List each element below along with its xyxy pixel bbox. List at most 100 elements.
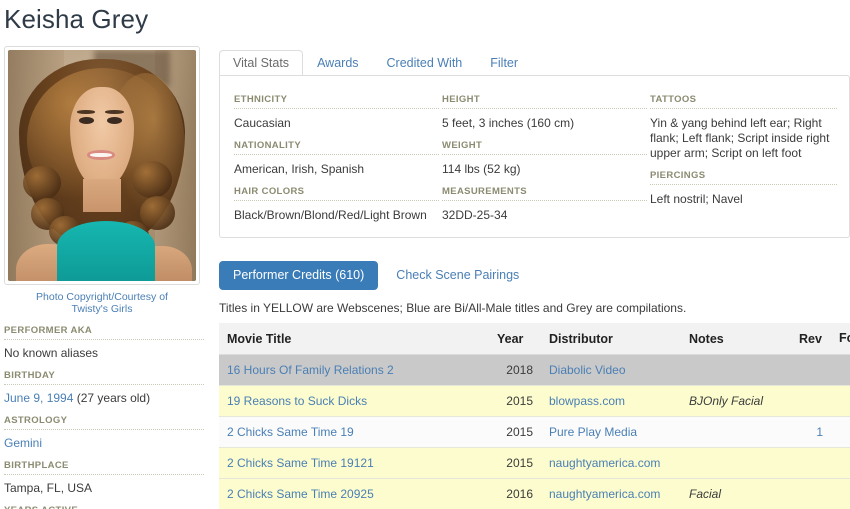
tab-credited-with[interactable]: Credited With [373, 50, 477, 77]
vital-value-weight: 114 lbs (52 kg) [442, 162, 521, 176]
table-row[interactable]: 19 Reasons to Suck Dicks 2015 blowpass.c… [219, 385, 850, 417]
credits-table-header-row: Movie Title Year Distributor Notes Rev F… [219, 323, 850, 355]
vital-stats-column-2: HEIGHT 5 feet, 3 inches (160 cm) WEIGHT … [442, 94, 647, 223]
astrology-link[interactable]: Gemini [4, 436, 42, 450]
credits-table-body: 16 Hours Of Family Relations 2 2018 Diab… [219, 354, 850, 509]
vital-label-ethnicity: ETHNICITY [234, 94, 439, 109]
cell-year: 2016 [489, 478, 541, 509]
sidebar-label-astrology: ASTROLOGY [4, 415, 204, 430]
vital-item-measurements: MEASUREMENTS 32DD-25-34 [442, 186, 647, 223]
vital-label-nationality: NATIONALITY [234, 140, 439, 155]
table-row[interactable]: 16 Hours Of Family Relations 2 2018 Diab… [219, 354, 850, 386]
sidebar-block-performer-aka: PERFORMER AKA No known aliases [4, 325, 204, 361]
vital-value-piercings: Left nostril; Navel [650, 192, 743, 206]
distributor-link[interactable]: Diabolic Video [549, 363, 626, 377]
cell-formats[interactable]: O [831, 385, 850, 417]
vital-value-measurements: 32DD-25-34 [442, 208, 508, 222]
performer-profile-page: Keisha Grey Photo Copyright/Courtesy of … [0, 0, 850, 509]
sidebar-label-performer-aka: PERFORMER AKA [4, 325, 204, 340]
credits-tabbar: Performer Credits (610) Check Scene Pairi… [219, 261, 531, 290]
column-header-formats-label: Formats [839, 331, 850, 345]
tab-filter[interactable]: Filter [476, 50, 532, 77]
check-scene-pairings-link[interactable]: Check Scene Pairings [384, 261, 531, 290]
birthday-age: (27 years old) [73, 391, 151, 405]
sidebar-value-performer-aka: No known aliases [4, 346, 99, 360]
sidebar-block-years-active: YEARS ACTIVE 2013-2020 (Started around 1… [4, 505, 204, 509]
sidebar-label-birthday: BIRTHDAY [4, 370, 204, 385]
distributor-link[interactable]: blowpass.com [549, 394, 625, 408]
sidebar-value-birthday: June 9, 1994 (27 years old) [4, 385, 204, 406]
performer-photo-frame [4, 46, 200, 285]
column-header-formats[interactable]: Formats? [831, 323, 850, 355]
cell-notes [681, 416, 791, 448]
cell-rev[interactable] [791, 447, 831, 479]
column-header-distributor[interactable]: Distributor [541, 323, 681, 355]
sidebar-label-birthplace: BIRTHPLACE [4, 460, 204, 475]
cell-rev[interactable]: 1 [791, 416, 831, 448]
sidebar-block-birthday: BIRTHDAY June 9, 1994 (27 years old) [4, 370, 204, 406]
cell-distributor[interactable]: blowpass.com [541, 385, 681, 417]
vital-item-ethnicity: ETHNICITY Caucasian [234, 94, 439, 131]
distributor-link[interactable]: naughtyamerica.com [549, 456, 660, 470]
sidebar-block-birthplace: BIRTHPLACE Tampa, FL, USA [4, 460, 204, 496]
movie-title-link[interactable]: 2 Chicks Same Time 20925 [227, 487, 374, 501]
vital-label-hair-colors: HAIR COLORS [234, 186, 439, 201]
cell-formats[interactable]: D [831, 354, 850, 386]
table-row[interactable]: 2 Chicks Same Time 19 2015 Pure Play Med… [219, 416, 850, 448]
vital-item-hair-colors: HAIR COLORS Black/Brown/Blond/Red/Light … [234, 186, 439, 223]
cell-movie-title[interactable]: 16 Hours Of Family Relations 2 [219, 354, 489, 386]
cell-distributor[interactable]: naughtyamerica.com [541, 447, 681, 479]
cell-rev[interactable] [791, 354, 831, 386]
tab-vital-stats[interactable]: Vital Stats [219, 50, 304, 78]
photo-credit-line-1: Photo Copyright/Courtesy of [36, 291, 168, 303]
sidebar-value-birthplace: Tampa, FL, USA [4, 481, 93, 495]
cell-notes: BJOnly Facial [681, 385, 791, 417]
vital-value-nationality: American, Irish, Spanish [234, 162, 365, 176]
cell-movie-title[interactable]: 2 Chicks Same Time 20925 [219, 478, 489, 509]
tab-awards[interactable]: Awards [303, 50, 372, 77]
movie-title-link[interactable]: 19 Reasons to Suck Dicks [227, 394, 367, 408]
cell-movie-title[interactable]: 19 Reasons to Suck Dicks [219, 385, 489, 417]
sidebar-label-years-active: YEARS ACTIVE [4, 505, 204, 509]
notes-text: BJOnly Facial [689, 394, 764, 408]
column-header-rev[interactable]: Rev [791, 323, 831, 355]
photo-credit-link[interactable]: Photo Copyright/Courtesy of Twisty's Gir… [4, 291, 200, 315]
cell-year: 2015 [489, 416, 541, 448]
cell-rev[interactable] [791, 385, 831, 417]
table-row[interactable]: 2 Chicks Same Time 19121 2015 naughtyame… [219, 447, 850, 479]
vital-stats-column-3: TATTOOS Yin & yang behind left ear; Righ… [650, 94, 837, 207]
cell-distributor[interactable]: Diabolic Video [541, 354, 681, 386]
page-title: Keisha Grey [4, 4, 149, 34]
cell-rev[interactable] [791, 478, 831, 509]
rev-link[interactable]: 1 [816, 425, 823, 439]
movie-title-link[interactable]: 2 Chicks Same Time 19 [227, 425, 354, 439]
column-header-movie-title[interactable]: Movie Title [219, 323, 489, 355]
table-row[interactable]: 2 Chicks Same Time 20925 2016 naughtyame… [219, 478, 850, 509]
column-header-notes[interactable]: Notes [681, 323, 791, 355]
movie-title-link[interactable]: 2 Chicks Same Time 19121 [227, 456, 374, 470]
vital-value-ethnicity: Caucasian [234, 116, 291, 130]
vital-value-hair-colors: Black/Brown/Blond/Red/Light Brown [234, 208, 427, 222]
cell-formats[interactable]: O [831, 478, 850, 509]
cell-formats[interactable]: DR [831, 416, 850, 448]
column-header-year[interactable]: Year [489, 323, 541, 355]
vital-item-nationality: NATIONALITY American, Irish, Spanish [234, 140, 439, 177]
vital-value-tattoos: Yin & yang behind left ear; Right flank;… [650, 116, 830, 160]
distributor-link[interactable]: naughtyamerica.com [549, 487, 660, 501]
cell-movie-title[interactable]: 2 Chicks Same Time 19121 [219, 447, 489, 479]
vital-value-height: 5 feet, 3 inches (160 cm) [442, 116, 575, 130]
vital-item-tattoos: TATTOOS Yin & yang behind left ear; Righ… [650, 94, 837, 161]
cell-distributor[interactable]: Pure Play Media [541, 416, 681, 448]
vital-item-height: HEIGHT 5 feet, 3 inches (160 cm) [442, 94, 647, 131]
cell-movie-title[interactable]: 2 Chicks Same Time 19 [219, 416, 489, 448]
vital-label-height: HEIGHT [442, 94, 647, 109]
distributor-link[interactable]: Pure Play Media [549, 425, 637, 439]
notes-text: Facial [689, 487, 722, 501]
cell-distributor[interactable]: naughtyamerica.com [541, 478, 681, 509]
performer-credits-button[interactable]: Performer Credits (610) [219, 261, 379, 290]
vital-item-weight: WEIGHT 114 lbs (52 kg) [442, 140, 647, 177]
cell-year: 2018 [489, 354, 541, 386]
movie-title-link[interactable]: 16 Hours Of Family Relations 2 [227, 363, 394, 377]
birthday-link[interactable]: June 9, 1994 [4, 391, 73, 405]
cell-formats[interactable]: O [831, 447, 850, 479]
